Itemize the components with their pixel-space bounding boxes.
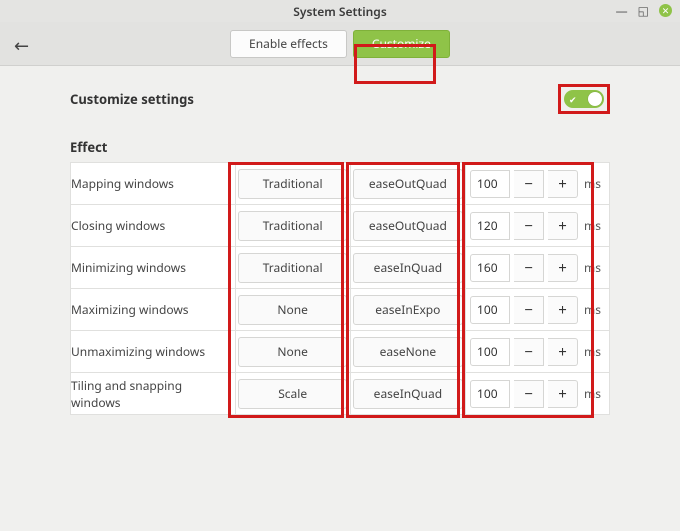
toolbar: ← Enable effects Customize	[0, 22, 680, 66]
content-area: Customize settings ✔ Effect Mapping wind…	[0, 66, 680, 531]
style-dropdown[interactable]: Scale	[238, 379, 348, 409]
easing-dropdown[interactable]: easeInQuad	[353, 253, 463, 283]
increment-button[interactable]: +	[548, 254, 578, 282]
unit-label: ms	[584, 301, 601, 318]
effect-label: Mapping windows	[71, 163, 236, 205]
titlebar: System Settings ― ◱ ✕	[0, 0, 680, 22]
effect-duration-cell: 120−+ ms	[465, 205, 609, 247]
decrement-button[interactable]: −	[514, 296, 544, 324]
unit-label: ms	[584, 175, 601, 192]
easing-dropdown[interactable]: easeNone	[353, 337, 463, 367]
effect-heading: Effect	[70, 138, 610, 156]
style-dropdown[interactable]: Traditional	[238, 211, 348, 241]
effect-easing-cell: easeInQuad	[350, 247, 465, 289]
style-dropdown[interactable]: None	[238, 295, 348, 325]
effect-style-cell: Traditional	[235, 247, 350, 289]
effect-duration-cell: 100−+ ms	[465, 373, 609, 415]
table-row: Tiling and snapping windowsScaleeaseInQu…	[71, 373, 610, 415]
effect-style-cell: Traditional	[235, 163, 350, 205]
unit-label: ms	[584, 259, 601, 276]
highlight-box: ✔	[558, 84, 610, 114]
unit-label: ms	[584, 343, 601, 360]
unit-label: ms	[584, 217, 601, 234]
settings-window: System Settings ― ◱ ✕ ← Enable effects C…	[0, 0, 680, 531]
style-dropdown[interactable]: None	[238, 337, 348, 367]
increment-button[interactable]: +	[548, 212, 578, 240]
check-icon: ✔	[569, 93, 577, 106]
effect-duration-cell: 100−+ ms	[465, 289, 609, 331]
minimize-icon[interactable]: ―	[616, 2, 628, 19]
effect-easing-cell: easeNone	[350, 331, 465, 373]
effects-table-wrap: Mapping windowsTraditionaleaseOutQuad100…	[70, 162, 610, 415]
customize-toggle[interactable]: ✔	[564, 90, 604, 108]
tab-enable-effects[interactable]: Enable effects	[230, 30, 347, 58]
maximize-icon[interactable]: ◱	[638, 2, 649, 19]
duration-input[interactable]: 100	[470, 296, 510, 324]
window-controls: ― ◱ ✕	[616, 2, 672, 19]
tab-customize[interactable]: Customize	[353, 30, 450, 58]
effect-style-cell: None	[235, 289, 350, 331]
easing-dropdown[interactable]: easeInQuad	[353, 379, 463, 409]
duration-input[interactable]: 120	[470, 212, 510, 240]
table-row: Minimizing windowsTraditionaleaseInQuad1…	[71, 247, 610, 289]
effect-style-cell: None	[235, 331, 350, 373]
duration-input[interactable]: 100	[470, 380, 510, 408]
table-row: Mapping windowsTraditionaleaseOutQuad100…	[71, 163, 610, 205]
table-row: Closing windowsTraditionaleaseOutQuad120…	[71, 205, 610, 247]
easing-dropdown[interactable]: easeOutQuad	[353, 169, 463, 199]
effect-easing-cell: easeInExpo	[350, 289, 465, 331]
increment-button[interactable]: +	[548, 338, 578, 366]
toggle-knob	[588, 92, 602, 106]
decrement-button[interactable]: −	[514, 212, 544, 240]
effect-label: Tiling and snapping windows	[71, 373, 236, 415]
effect-label: Closing windows	[71, 205, 236, 247]
effect-style-cell: Scale	[235, 373, 350, 415]
increment-button[interactable]: +	[548, 380, 578, 408]
effect-label: Maximizing windows	[71, 289, 236, 331]
decrement-button[interactable]: −	[514, 338, 544, 366]
table-row: Maximizing windowsNoneeaseInExpo100−+ ms	[71, 289, 610, 331]
effect-style-cell: Traditional	[235, 205, 350, 247]
effect-label: Minimizing windows	[71, 247, 236, 289]
effects-table: Mapping windowsTraditionaleaseOutQuad100…	[70, 162, 610, 415]
effect-easing-cell: easeInQuad	[350, 373, 465, 415]
back-icon[interactable]: ←	[14, 34, 29, 58]
customize-row: Customize settings ✔	[70, 84, 610, 114]
duration-input[interactable]: 160	[470, 254, 510, 282]
effect-easing-cell: easeOutQuad	[350, 163, 465, 205]
decrement-button[interactable]: −	[514, 170, 544, 198]
increment-button[interactable]: +	[548, 296, 578, 324]
easing-dropdown[interactable]: easeInExpo	[353, 295, 463, 325]
customize-settings-label: Customize settings	[70, 90, 194, 108]
window-title: System Settings	[293, 3, 386, 20]
style-dropdown[interactable]: Traditional	[238, 253, 348, 283]
effect-duration-cell: 100−+ ms	[465, 331, 609, 373]
effect-duration-cell: 100−+ ms	[465, 163, 609, 205]
duration-input[interactable]: 100	[470, 170, 510, 198]
decrement-button[interactable]: −	[514, 380, 544, 408]
effect-easing-cell: easeOutQuad	[350, 205, 465, 247]
style-dropdown[interactable]: Traditional	[238, 169, 348, 199]
close-icon[interactable]: ✕	[659, 4, 672, 17]
duration-input[interactable]: 100	[470, 338, 510, 366]
increment-button[interactable]: +	[548, 170, 578, 198]
table-row: Unmaximizing windowsNoneeaseNone100−+ ms	[71, 331, 610, 373]
easing-dropdown[interactable]: easeOutQuad	[353, 211, 463, 241]
effect-label: Unmaximizing windows	[71, 331, 236, 373]
effect-duration-cell: 160−+ ms	[465, 247, 609, 289]
unit-label: ms	[584, 385, 601, 402]
decrement-button[interactable]: −	[514, 254, 544, 282]
